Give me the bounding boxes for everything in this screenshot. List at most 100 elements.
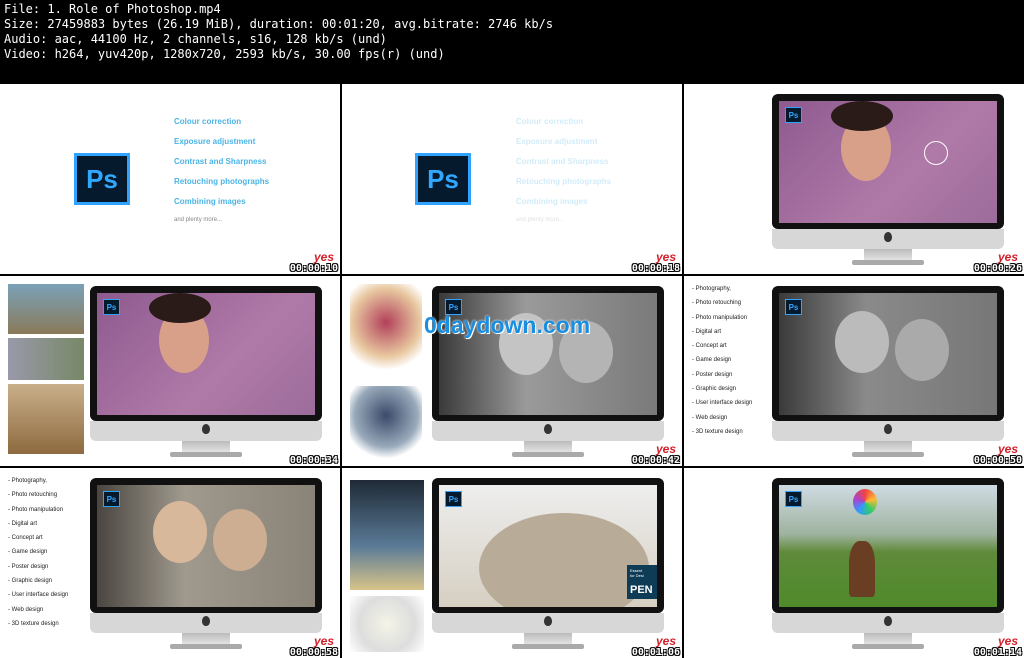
apple-logo-icon (202, 424, 210, 434)
design-item: - Web design (692, 414, 728, 421)
design-item: - Photo manipulation (8, 506, 64, 513)
thumbnail-1[interactable]: Ps Colour correction Exposure adjustment… (0, 84, 340, 274)
thumbnail-6[interactable]: - Photography, - Photo retouching - Phot… (684, 276, 1024, 466)
design-list: - Photography, - Photo retouching - Phot… (692, 286, 752, 443)
brand-logo: yes (655, 250, 676, 264)
monitor-screen: Ps (779, 485, 997, 607)
feature-item: Contrast and Sharpness (174, 157, 267, 166)
thumbnail-3[interactable]: Ps yes 00:00:26 (684, 84, 1024, 274)
design-item: - Photo retouching (8, 492, 58, 499)
design-item: - User interface design (692, 400, 753, 407)
feature-list: Colour correction Exposure adjustment Co… (174, 117, 269, 234)
feature-more: and plenty more... (516, 217, 565, 223)
child-face (835, 311, 889, 373)
photoshop-badge-icon: Ps (785, 299, 802, 315)
brand-logo: yes (655, 634, 676, 648)
double-exposure-image (350, 386, 422, 460)
brand-logo: yes (997, 442, 1018, 456)
photoshop-badge-icon: Ps (785, 491, 802, 507)
design-item: - Photography, (8, 478, 47, 484)
thumbnail-grid: Ps Colour correction Exposure adjustment… (0, 84, 1024, 658)
monitor-screen: Ps (97, 293, 315, 415)
apple-logo-icon (202, 616, 210, 626)
monitor-screen: Ps (779, 293, 997, 415)
child-face (213, 509, 267, 571)
timestamp: 00:00:18 (631, 263, 680, 274)
bears-illustration-image (8, 384, 84, 454)
brand-logo: yes (313, 634, 334, 648)
design-item: - 3D texture design (692, 428, 743, 435)
design-item: - Photo manipulation (692, 314, 748, 321)
feature-item: Colour correction (174, 117, 242, 126)
feature-item: Exposure adjustment (174, 137, 256, 146)
file-info-header: File: 1. Role of Photoshop.mp4 Size: 274… (0, 0, 1024, 64)
brush-cursor-icon (924, 141, 948, 165)
video-info: Video: h264, yuv420p, 1280x720, 2593 kb/… (4, 47, 445, 61)
design-item: - Concept art (692, 343, 727, 350)
thumbnail-9[interactable]: Ps yes 00:01:14 (684, 468, 1024, 658)
person-figure (849, 541, 875, 597)
timestamp: 00:01:14 (973, 647, 1022, 658)
timestamp: 00:00:42 (631, 455, 680, 466)
pen-card-line2: for Desi (630, 573, 644, 578)
apple-logo-icon (884, 232, 892, 242)
feature-item: Retouching photographs (516, 177, 612, 186)
portrait-hair (831, 101, 893, 131)
watermark-text: 0daydown.com (424, 312, 591, 338)
monitor-screen: Ps (779, 101, 997, 223)
texture-shape (479, 513, 649, 607)
design-item: - Photography, (692, 286, 731, 292)
design-item: - 3D texture design (8, 620, 59, 627)
thumbnail-8[interactable]: Essent for Desi PEN Ps yes 00:01:06 (342, 468, 682, 658)
hot-air-balloon-icon (853, 489, 877, 515)
design-item: - Concept art (8, 535, 43, 542)
design-item: - Digital art (692, 328, 722, 335)
child-face (153, 501, 207, 563)
feature-item: Retouching photographs (174, 177, 270, 186)
collage-image (8, 338, 84, 380)
audio-info: Audio: aac, 44100 Hz, 2 channels, s16, 1… (4, 32, 387, 46)
feature-item: Contrast and Sharpness (516, 157, 609, 166)
timestamp: 00:00:26 (973, 263, 1022, 274)
timestamp: 00:00:34 (289, 455, 338, 466)
photoshop-badge-icon: Ps (785, 107, 802, 123)
timestamp: 00:00:10 (289, 263, 338, 274)
apple-logo-icon (884, 424, 892, 434)
design-item: - Poster design (8, 563, 49, 570)
photoshop-badge-icon: Ps (103, 299, 120, 315)
water-candle-image (350, 480, 424, 590)
thumbnail-5[interactable]: 0daydown.com Ps yes 00:00:42 (342, 276, 682, 466)
design-item: - Poster design (692, 371, 733, 378)
timestamp: 00:01:06 (631, 647, 680, 658)
file-name: File: 1. Role of Photoshop.mp4 (4, 2, 221, 16)
thumbnail-2[interactable]: Ps Colour correction Exposure adjustment… (342, 84, 682, 274)
brand-logo: yes (997, 250, 1018, 264)
bear-painting-image (8, 284, 84, 334)
child-face (895, 319, 949, 381)
photoshop-badge-icon: Ps (445, 491, 462, 507)
thumbnail-4[interactable]: Ps 00:00:34 (0, 276, 340, 466)
design-item: - Graphic design (8, 578, 53, 585)
splash-art-image (350, 284, 422, 380)
photoshop-logo-icon: Ps (415, 153, 471, 205)
portrait-hair (149, 293, 211, 323)
timestamp: 00:00:58 (289, 647, 338, 658)
feature-item: Combining images (174, 197, 246, 206)
timestamp: 00:00:50 (973, 455, 1022, 466)
monitor-screen: Ps (97, 485, 315, 607)
photoshop-badge-icon: Ps (103, 491, 120, 507)
monitor-screen: Essent for Desi PEN Ps (439, 485, 657, 607)
feature-item: Colour correction (516, 117, 584, 126)
brand-logo: yes (655, 442, 676, 456)
design-item: - Photo retouching (692, 300, 742, 307)
apple-logo-icon (544, 616, 552, 626)
feature-list: Colour correction Exposure adjustment Co… (516, 117, 611, 234)
feature-more: and plenty more... (174, 217, 223, 223)
file-size: Size: 27459883 bytes (26.19 MiB), durati… (4, 17, 554, 31)
design-item: - User interface design (8, 592, 69, 599)
dandelion-image (350, 596, 424, 652)
design-item: - Web design (8, 606, 44, 613)
thumbnail-7[interactable]: - Photography, - Photo retouching - Phot… (0, 468, 340, 658)
feature-item: Exposure adjustment (516, 137, 598, 146)
design-item: - Digital art (8, 520, 38, 527)
